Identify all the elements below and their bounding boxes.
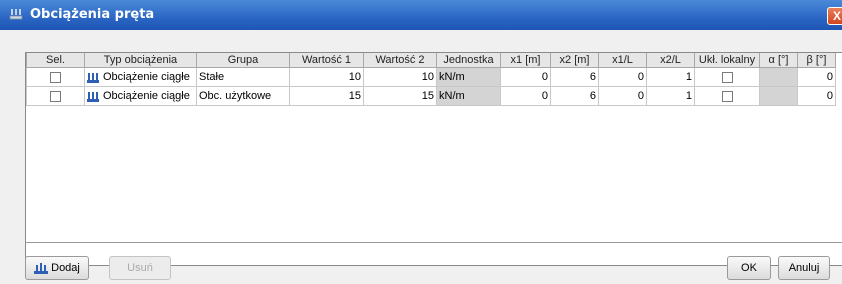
column-header-x2[interactable]: x2 [m]: [550, 53, 599, 68]
dialog-body: Sel. Typ obciążenia Grupa Wartość 1 Wart…: [0, 30, 842, 284]
table-row[interactable]: Obciążenie ciągłe Stałe 10 10 kN/m 0 6 0…: [26, 67, 836, 87]
column-header-x1l[interactable]: x1/L: [598, 53, 647, 68]
load-type-cell[interactable]: Obciążenie ciągłe: [84, 86, 197, 106]
value2-cell[interactable]: 10: [363, 67, 437, 87]
add-button[interactable]: Dodaj: [25, 256, 89, 280]
remove-button[interactable]: Usuń: [109, 256, 171, 280]
group-cell[interactable]: Stałe: [196, 67, 290, 87]
select-checkbox[interactable]: [50, 71, 61, 83]
cancel-button[interactable]: Anuluj: [778, 256, 830, 280]
value2-cell[interactable]: 15: [363, 86, 437, 106]
column-header-local[interactable]: Ukł. lokalny: [694, 53, 760, 68]
load-type-cell[interactable]: Obciążenie ciągłe: [84, 67, 197, 87]
ok-button[interactable]: OK: [727, 256, 771, 280]
x2-cell[interactable]: 6: [550, 67, 599, 87]
button-separator: [25, 242, 842, 243]
x1-cell[interactable]: 0: [500, 67, 551, 87]
title-bar[interactable]: Obciążenia pręta X: [0, 0, 842, 30]
column-header-beta[interactable]: β [°]: [797, 53, 836, 68]
x2l-cell[interactable]: 1: [646, 86, 695, 106]
add-load-icon: [34, 263, 49, 275]
close-button[interactable]: X: [827, 7, 842, 25]
table-row[interactable]: Obciążenie ciągłe Obc. użytkowe 15 15 kN…: [26, 86, 836, 106]
x1-cell[interactable]: 0: [500, 86, 551, 106]
alpha-cell: [759, 67, 798, 87]
local-axes-checkbox[interactable]: [721, 71, 733, 83]
distributed-load-icon: [87, 91, 99, 102]
distributed-load-icon: [87, 72, 99, 83]
beta-cell[interactable]: 0: [797, 86, 836, 106]
add-button-label: Dodaj: [51, 262, 80, 274]
x2l-cell[interactable]: 1: [646, 67, 695, 87]
unit-cell: kN/m: [436, 86, 501, 106]
select-cell[interactable]: [26, 67, 85, 87]
beam-load-icon: [9, 9, 23, 20]
select-cell[interactable]: [26, 86, 85, 106]
local-axes-checkbox[interactable]: [721, 90, 733, 102]
local-cell[interactable]: [694, 86, 760, 106]
group-cell[interactable]: Obc. użytkowe: [196, 86, 290, 106]
beta-cell[interactable]: 0: [797, 67, 836, 87]
value1-cell[interactable]: 15: [289, 86, 364, 106]
column-header-alpha[interactable]: α [°]: [759, 53, 798, 68]
x1l-cell[interactable]: 0: [598, 67, 647, 87]
column-header-value1[interactable]: Wartość 1: [289, 53, 364, 68]
load-type-label: Obciążenie ciągłe: [103, 71, 190, 83]
loads-table: Sel. Typ obciążenia Grupa Wartość 1 Wart…: [26, 53, 836, 106]
column-header-value2[interactable]: Wartość 2: [363, 53, 437, 68]
column-header-unit[interactable]: Jednostka: [436, 53, 501, 68]
select-checkbox[interactable]: [50, 90, 61, 102]
column-header-type[interactable]: Typ obciążenia: [84, 53, 197, 68]
value1-cell[interactable]: 10: [289, 67, 364, 87]
column-header-sel[interactable]: Sel.: [26, 53, 85, 68]
load-type-label: Obciążenie ciągłe: [103, 90, 190, 102]
loads-table-container: Sel. Typ obciążenia Grupa Wartość 1 Wart…: [25, 52, 842, 266]
x2-cell[interactable]: 6: [550, 86, 599, 106]
x1l-cell[interactable]: 0: [598, 86, 647, 106]
column-header-x2l[interactable]: x2/L: [646, 53, 695, 68]
column-header-x1[interactable]: x1 [m]: [500, 53, 551, 68]
alpha-cell: [759, 86, 798, 106]
local-cell[interactable]: [694, 67, 760, 87]
table-header-row: Sel. Typ obciążenia Grupa Wartość 1 Wart…: [26, 53, 836, 68]
unit-cell: kN/m: [436, 67, 501, 87]
window-title: Obciążenia pręta: [30, 7, 155, 22]
column-header-group[interactable]: Grupa: [196, 53, 290, 68]
